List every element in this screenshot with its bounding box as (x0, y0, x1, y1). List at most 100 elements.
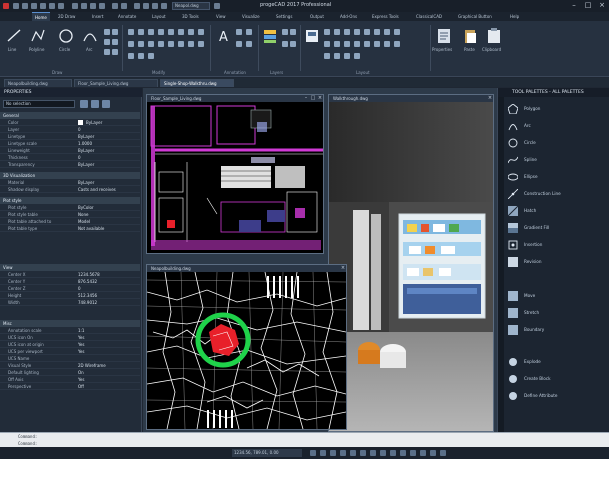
text-button[interactable]: A (216, 27, 232, 45)
align-icon[interactable] (138, 53, 144, 59)
tab-annotate[interactable]: Annotate (118, 12, 136, 21)
snap-icon[interactable] (143, 3, 149, 9)
palette-item-insertion[interactable]: Insertion (507, 237, 607, 253)
tab-insert[interactable]: Insert (92, 12, 103, 21)
new-file-icon[interactable] (13, 3, 19, 9)
tab-home[interactable]: Home (32, 12, 50, 21)
palette-item-boundary[interactable]: Boundary (507, 322, 607, 338)
quick-properties-icon[interactable] (400, 450, 406, 456)
viewport-minimize-icon[interactable]: – (303, 95, 309, 102)
dynamic-input-icon[interactable] (390, 450, 396, 456)
tab-output[interactable]: Output (310, 12, 324, 21)
circle-button[interactable] (58, 27, 74, 45)
property-row[interactable]: Layer 0 (0, 126, 140, 133)
viewport-close-icon[interactable]: × (487, 95, 493, 102)
viewport-close-icon[interactable]: × (340, 265, 346, 272)
maximize-icon[interactable]: □ (582, 1, 594, 10)
property-row[interactable]: Thickness 0 (0, 154, 140, 161)
polar-toggle-icon[interactable] (340, 450, 346, 456)
ucs-object-icon[interactable] (364, 41, 370, 47)
category-plot-style[interactable]: Plot style (0, 197, 140, 204)
palette-item-circle[interactable]: Circle (507, 135, 607, 151)
lock-icon[interactable] (430, 450, 436, 456)
leader-icon[interactable] (246, 29, 252, 35)
arc-button[interactable] (82, 27, 98, 45)
ucs-previous-icon[interactable] (394, 41, 400, 47)
palette-item-create-block[interactable]: Create Block (507, 371, 607, 387)
snap-toggle-icon[interactable] (310, 450, 316, 456)
viewport-close-icon[interactable]: × (317, 95, 323, 102)
open-file-icon[interactable] (22, 3, 28, 9)
layer-properties-button[interactable] (262, 27, 278, 45)
cut-icon[interactable] (72, 3, 78, 9)
match-properties-icon[interactable] (99, 3, 105, 9)
viewport-3-icon[interactable] (344, 29, 350, 35)
stretch-icon[interactable] (138, 41, 144, 47)
command-input[interactable]: Command: (18, 441, 37, 446)
lengthen-icon[interactable] (128, 53, 134, 59)
esnap-toggle-icon[interactable] (350, 450, 356, 456)
selection-dropdown[interactable]: No selection (3, 100, 75, 108)
hatch-icon[interactable] (104, 49, 110, 55)
property-row[interactable]: Center Z 0 (0, 285, 140, 292)
minimize-icon[interactable]: – (568, 1, 580, 10)
drawing-area[interactable]: Floor_Sample_Living.dwg – □ × Walkthroug… (143, 88, 497, 432)
render-viewport[interactable]: Walkthrough.dwg × (328, 94, 494, 432)
shade-icon[interactable] (354, 53, 360, 59)
erase-icon[interactable] (178, 41, 184, 47)
paste-icon[interactable] (90, 3, 96, 9)
palette-item-explode[interactable]: Explode (507, 354, 607, 370)
category-3d-visualization[interactable]: 3D Visualization (0, 172, 140, 179)
quick-select-icon[interactable] (80, 100, 88, 108)
offset-icon[interactable] (158, 41, 164, 47)
property-row[interactable]: Plot style table None (0, 211, 140, 218)
property-row[interactable]: Plot table attached to Model (0, 218, 140, 225)
property-row[interactable]: Visual Style 2D Wireframe (0, 362, 140, 369)
save-icon[interactable] (31, 3, 37, 9)
layout-button[interactable] (304, 27, 320, 45)
property-row[interactable]: UCS icon On Yes (0, 334, 140, 341)
viewport-icon[interactable] (324, 29, 330, 35)
tab-express-tools[interactable]: Express Tools (372, 12, 399, 21)
tab-add-ons[interactable]: Add-Ons (340, 12, 357, 21)
layer-freeze-icon[interactable] (290, 29, 296, 35)
tab-layout[interactable]: Layout (152, 12, 166, 21)
ucs-x-icon[interactable] (324, 41, 330, 47)
property-row[interactable]: Linetype ByLayer (0, 133, 140, 140)
viewport-4-icon[interactable] (354, 29, 360, 35)
scale-icon[interactable] (128, 41, 134, 47)
ucs-y-icon[interactable] (334, 41, 340, 47)
explode-icon[interactable] (168, 41, 174, 47)
table-icon[interactable] (236, 41, 242, 47)
line-button[interactable] (6, 27, 22, 45)
point-icon[interactable] (112, 49, 118, 55)
viewport-2-icon[interactable] (334, 29, 340, 35)
dimension-icon[interactable] (236, 29, 242, 35)
render-icon[interactable] (324, 53, 330, 59)
doc-tab[interactable]: Floor_Sample_Living.dwg (74, 79, 158, 87)
palette-item-define-attribute[interactable]: Define Attribute (507, 388, 607, 404)
undo-icon[interactable] (49, 3, 55, 9)
copy-object-icon[interactable] (168, 29, 174, 35)
ucs-3point-icon[interactable] (384, 41, 390, 47)
property-row[interactable]: UCS icon at origin Yes (0, 341, 140, 348)
extend-icon[interactable] (158, 29, 164, 35)
active-document-chip[interactable]: Neapol.dwg (172, 2, 210, 10)
property-row[interactable]: Center X 1234.5678 (0, 271, 140, 278)
fillet-icon[interactable] (188, 29, 194, 35)
tab-2d-draw[interactable]: 2D Draw (58, 12, 75, 21)
doc-tab[interactable]: Neapolbuilding.dwg (4, 79, 72, 87)
named-views-icon[interactable] (364, 29, 370, 35)
markup-icon[interactable] (246, 41, 252, 47)
annotation-scale-icon[interactable] (410, 450, 416, 456)
property-row[interactable]: Width 748.9012 (0, 299, 140, 306)
property-row[interactable]: Plot table type Not available (0, 225, 140, 232)
palette-item-spline[interactable]: Spline (507, 152, 607, 168)
property-row[interactable]: Annotation scale 1:1 (0, 327, 140, 334)
pan-icon[interactable] (121, 3, 127, 9)
tab-classicalcad[interactable]: ClassicalCAD (416, 12, 442, 21)
clipboard-button[interactable] (486, 27, 502, 45)
chamfer-icon[interactable] (198, 29, 204, 35)
toggle-pickadd-icon[interactable] (102, 100, 110, 108)
ucs-origin-icon[interactable] (394, 29, 400, 35)
